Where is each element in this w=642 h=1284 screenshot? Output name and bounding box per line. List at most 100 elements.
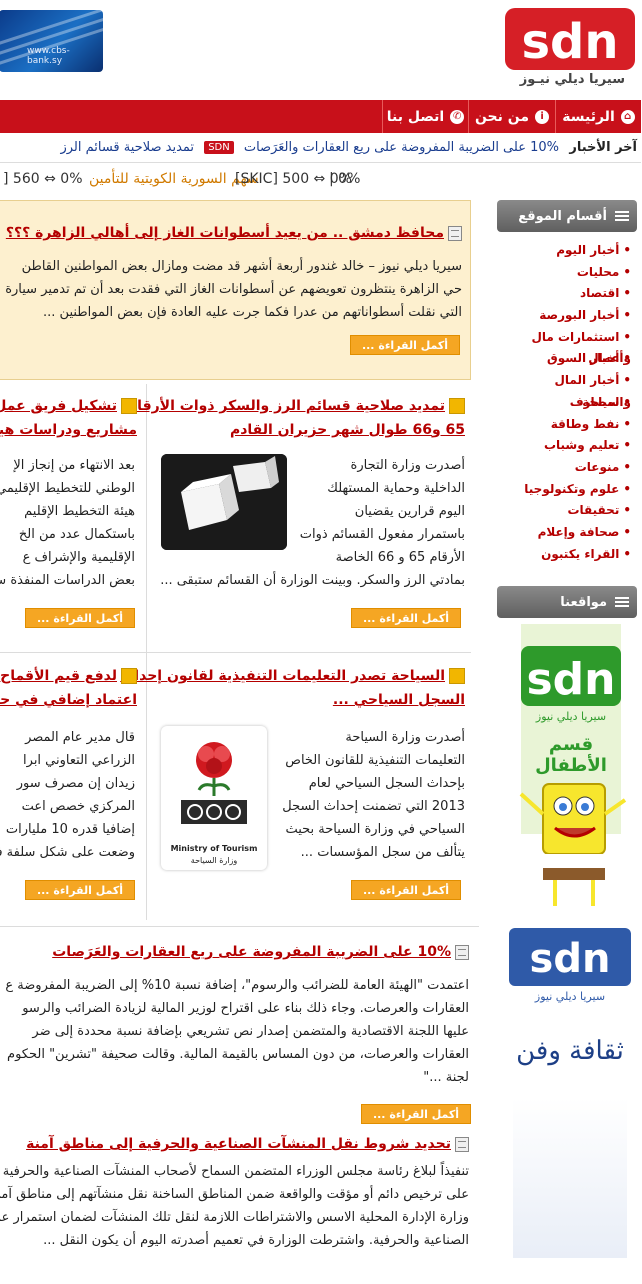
featured-article: محافظ دمشق .. من يعيد أسطوانات الغاز إلى…: [0, 200, 472, 380]
folder-icon: [122, 668, 138, 684]
category-item[interactable]: أخبار السوق: [502, 348, 632, 370]
category-item[interactable]: اقتصاد: [502, 283, 632, 305]
list-article: 10% على الضريبة المفروضة على ريع العقارا…: [0, 940, 478, 1124]
nav-about-label: من نحن: [475, 108, 531, 125]
article-title: تحديد شروط نقل المنشآت الصناعية والحرفية…: [27, 1136, 452, 1152]
excerpt-line: على ترخيص دائم أو مؤقت والواقعة ضمن المن…: [0, 1187, 470, 1202]
excerpt-line: العقارات والعرصات. وجاء ذلك بناء على اقت…: [23, 1001, 470, 1016]
sdn-badge: SDN: [205, 141, 235, 154]
category-item[interactable]: صحافة وإعلام: [502, 522, 632, 544]
excerpt-line: اليوم قرارين يقضيان: [355, 504, 466, 519]
article-title-link[interactable]: 10% على الضريبة المفروضة على ريع العقارا…: [53, 940, 470, 964]
stock-ticker: 0% ⇔ 560 [ سهم السورية الكويتية للتأمين …: [0, 166, 642, 194]
article-excerpt: قال مدير عام المصر الزراعي التعاوني ابرا…: [0, 726, 136, 864]
article-excerpt: أصدرت وزارة السياحة التعليمات التنفيذية …: [282, 726, 466, 864]
excerpt-line: هيئة التخطيط الإقليم: [25, 504, 136, 519]
excerpt-line: أصدرت وزارة التجارة: [351, 458, 466, 473]
article-title: تشكيل فريق عمل لدر: [0, 398, 118, 414]
read-more-button[interactable]: أكمل القراءة ...: [351, 335, 461, 355]
excerpt-line: بإحداث السجل السياحي لعام: [309, 776, 466, 791]
excerpt-line: زيدان إن مصرف سور: [17, 776, 136, 791]
article-title: تمديد صلاحية قسائم الرز والسكر ذوات الأر…: [127, 398, 446, 414]
category-item[interactable]: سياحة: [502, 392, 632, 414]
featured-title-link[interactable]: محافظ دمشق .. من يعيد أسطوانات الغاز إلى…: [7, 221, 463, 245]
svg-text:سيريا ديلي نيوز: سيريا ديلي نيوز: [535, 990, 606, 1003]
info-icon: i: [536, 109, 551, 124]
stock-name[interactable]: سهم السورية الكويتية للتأمين: [90, 171, 260, 187]
read-more-button[interactable]: أكمل القراءة ...: [352, 608, 462, 628]
read-more-button[interactable]: أكمل القراءة ...: [352, 880, 462, 900]
article-title-link[interactable]: تشكيل فريق عمل لدر: [0, 394, 142, 418]
excerpt-line: بعد الانتهاء من إنجاز الإ: [14, 458, 136, 473]
category-item[interactable]: تحقيقات: [502, 500, 632, 522]
article-title-link[interactable]: مشاريع ودراسات هيكلي: [0, 418, 142, 442]
read-more-button[interactable]: أكمل القراءة ...: [26, 880, 136, 900]
stock-quote: 0% |: [330, 171, 362, 187]
home-icon: ⌂: [621, 109, 636, 124]
category-item[interactable]: أخبار البورصة: [502, 305, 632, 327]
article-card: لدفع قيم الأقماح المش اعتماد إضافي في حس…: [0, 664, 142, 914]
excerpt-line: يتألف من سجل المؤسسات ...: [301, 845, 466, 860]
article-excerpt: بعد الانتهاء من إنجاز الإ الوطني للتخطيط…: [0, 454, 136, 592]
category-item[interactable]: علوم وتكنولوجيا: [502, 479, 632, 501]
list-article: تحديد شروط نقل المنشآت الصناعية والحرفية…: [0, 1132, 478, 1272]
kids-section-banner[interactable]: sdn سيريا ديلي نيوز قسم الأطفال: [512, 624, 632, 914]
bank-banner[interactable]: www.cbs-bank.sy: [0, 10, 104, 72]
excerpt-line: الصناعية والحرفية. واشترطت الوزارة في تع…: [44, 1233, 470, 1248]
ticker-item[interactable]: 10% على الضريبة المفروضة على ريع العقارا…: [245, 140, 560, 155]
read-more-button[interactable]: أكمل القراءة ...: [26, 608, 136, 628]
category-item[interactable]: منوعات: [502, 457, 632, 479]
ticker-item[interactable]: تمديد صلاحية قسائم الرز: [61, 140, 195, 155]
excerpt-line: وزارة الإدارة المحلية الاسس والاشتراطات …: [0, 1210, 470, 1225]
nav-home[interactable]: ⌂ الرئيسة: [556, 100, 642, 133]
category-item[interactable]: محليات: [502, 262, 632, 284]
article-title-link[interactable]: تحديد شروط نقل المنشآت الصناعية والحرفية…: [27, 1132, 470, 1156]
category-item[interactable]: أخبار المال والمصارف: [502, 370, 632, 409]
article-excerpt: أصدرت وزارة التجارة الداخلية وحماية المس…: [300, 454, 466, 569]
category-item[interactable]: أخبار اليوم: [502, 240, 632, 262]
bank-url: www.cbs-bank.sy: [28, 46, 71, 66]
culture-banner-label: ثقافة وفن: [517, 1036, 625, 1066]
main-nav: ⌂ الرئيسة i من نحن ✆ اتصل بنا: [0, 100, 642, 133]
nav-about[interactable]: i من نحن: [469, 100, 556, 133]
excerpt-line: اعتمدت "الهيئة العامة للضرائب والرسوم"، …: [6, 978, 470, 993]
svg-text:sdn: sdn: [527, 654, 616, 705]
article-title-link[interactable]: اعتماد إضافي في حساب: [0, 688, 142, 712]
category-item[interactable]: استثمارات مال وأعمال: [502, 327, 632, 366]
article-title-link[interactable]: السجل السياحي ...: [154, 688, 466, 712]
folder-icon: [122, 398, 138, 414]
featured-line: سيريا ديلي نيوز – خالد غندور أربعة أشهر …: [22, 259, 463, 274]
sugar-cubes-image: [162, 454, 288, 550]
article-title-link[interactable]: السياحة تصدر التعليمات التنفيذية لقانون …: [121, 664, 466, 688]
article-excerpt: اعتمدت "الهيئة العامة للضرائب والرسوم"، …: [6, 974, 470, 1089]
category-item[interactable]: نفط وطاقة: [502, 414, 632, 436]
nav-contact[interactable]: ✆ اتصل بنا: [383, 100, 469, 133]
article-title-link[interactable]: تمديد صلاحية قسائم الرز والسكر ذوات الأر…: [128, 394, 466, 418]
excerpt-line: الداخلية وحماية المستهلك: [328, 481, 466, 496]
sidebar: أقسام الموقع أخبار اليوم محليات اقتصاد أ…: [498, 200, 638, 565]
article-title-link[interactable]: لدفع قيم الأقماح المش: [0, 664, 142, 688]
article-title: 10% على الضريبة المفروضة على ريع العقارا…: [53, 944, 452, 960]
article-title: السياحة تصدر التعليمات التنفيذية لقانون …: [121, 668, 446, 684]
category-item[interactable]: القراء يكتبون: [502, 544, 632, 566]
site-logo[interactable]: sdn سيريا ديلي نيـوز: [506, 8, 636, 92]
excerpt-line: بمادتي الرز والسكر. وبينت الوزارة أن الق…: [161, 573, 466, 588]
ministry-of-tourism-logo: Ministry of Tourism وزارة السياحة: [162, 726, 268, 870]
article-title: لدفع قيم الأقماح المش: [0, 668, 118, 684]
excerpt-line: إضافيا قدره 10 مليارات: [6, 822, 136, 837]
site-header: www.cbs-bank.sy sdn سيريا ديلي نيـوز: [0, 0, 642, 100]
excerpt-line: عليها اللجنة الاقتصادية والمتضمن إصدار ن…: [33, 1024, 470, 1039]
excerpt-line: بعض الدراسات المنفذة ساب: [0, 573, 136, 588]
divider: [0, 652, 472, 653]
category-list: أخبار اليوم محليات اقتصاد أخبار البورصة …: [502, 240, 638, 565]
logo-subtitle: سيريا ديلي نيـوز: [520, 72, 626, 87]
article-title-link[interactable]: 65 و66 طوال شهر حزيران القادم: [154, 418, 466, 442]
excerpt-line: أصدرت وزارة السياحة: [346, 730, 466, 745]
excerpt-line: وضعت على شكل سلفة في: [0, 845, 136, 860]
menu-icon: [616, 211, 630, 221]
culture-section-banner[interactable]: sdn سيريا ديلي نيوز ثقافة وفن: [508, 928, 634, 1268]
excerpt-line: الزراعي التعاوني ابرا: [24, 753, 136, 768]
read-more-button[interactable]: أكمل القراءة ...: [362, 1104, 472, 1124]
article-card: تمديد صلاحية قسائم الرز والسكر ذوات الأر…: [128, 394, 466, 644]
category-item[interactable]: تعليم وشباب: [502, 435, 632, 457]
